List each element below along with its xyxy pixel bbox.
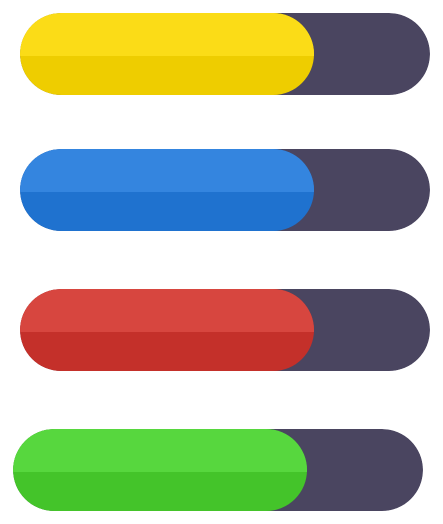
- progress-bar-green: [13, 429, 423, 511]
- progress-fill-highlight: [20, 289, 314, 332]
- progress-fill-highlight: [13, 429, 307, 472]
- progress-bar-red: [20, 289, 430, 371]
- progress-fill-blue: [20, 149, 314, 231]
- progress-bar-blue: [20, 149, 430, 231]
- progress-bar-yellow: [20, 13, 430, 95]
- progress-fill-green: [13, 429, 307, 511]
- progress-fill-highlight: [20, 149, 314, 192]
- progress-fill-yellow: [20, 13, 314, 95]
- progress-fill-highlight: [20, 13, 314, 56]
- progress-fill-red: [20, 289, 314, 371]
